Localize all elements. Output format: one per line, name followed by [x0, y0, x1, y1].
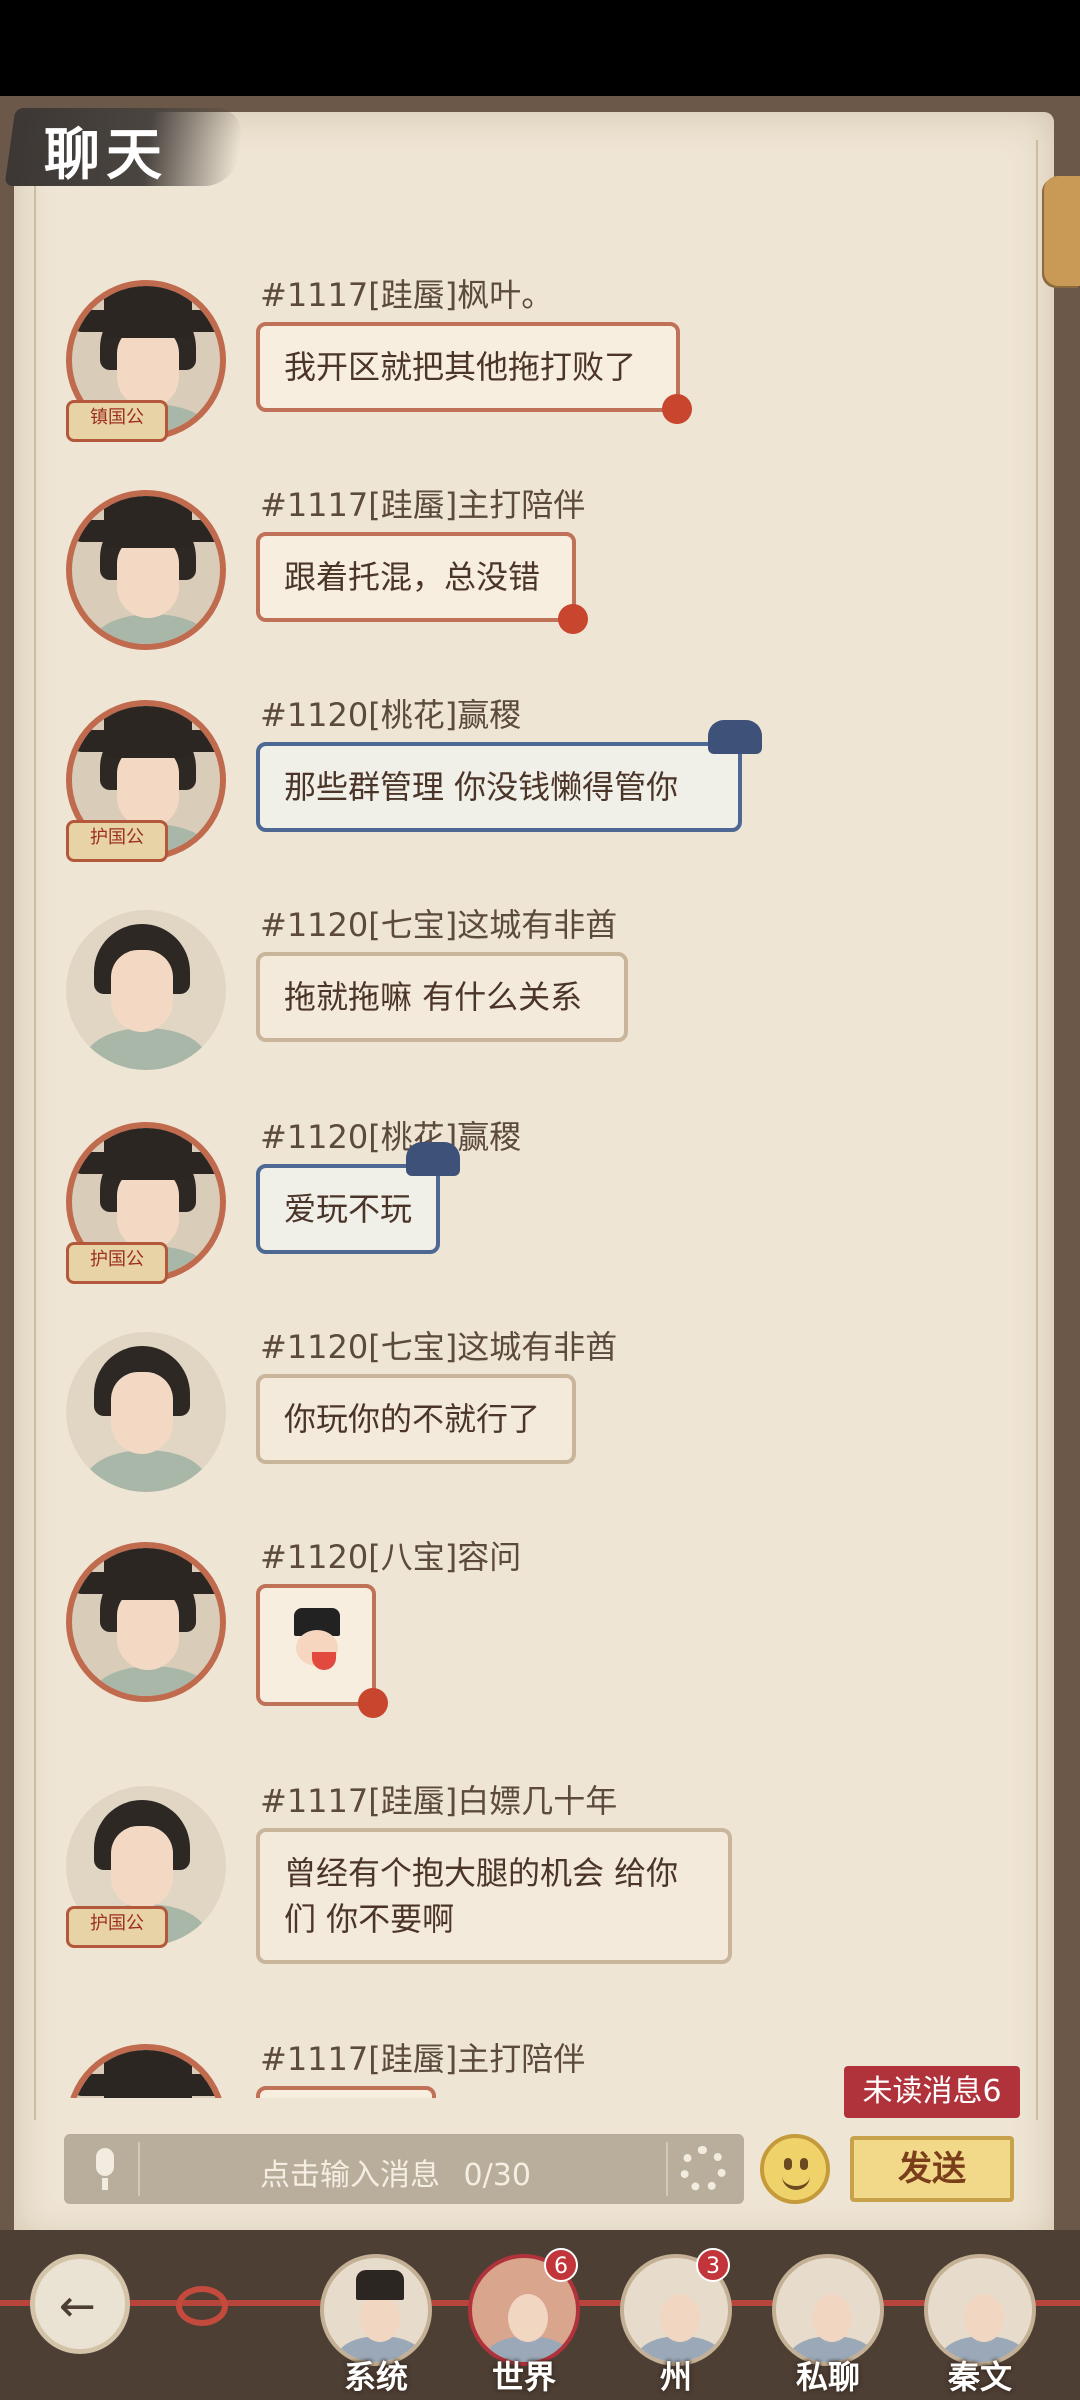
avatar[interactable] [60, 1532, 240, 1712]
status-bar [0, 0, 1080, 96]
bubble-ornament-icon [558, 604, 588, 634]
sender-name: #1117[跬蜃]枫叶。 [260, 276, 554, 314]
back-button[interactable]: ← [30, 2254, 130, 2354]
page-title: 聊天 [44, 122, 168, 188]
sender-name: #1117[跬蜃]主打陪伴 [260, 2040, 586, 2078]
message-bubble[interactable]: 我开区就把其他拖打败了 [256, 322, 692, 424]
tab-label: 州 [659, 2358, 692, 2396]
message-text: 你玩你的不就行了 [284, 1400, 541, 1438]
chat-message: #1120[七宝]这城有非酋 你玩你的不就行了 [60, 1322, 1020, 1522]
sender-name: #1120[七宝]这城有非酋 [260, 906, 618, 944]
side-collapse-tab[interactable] [1044, 176, 1080, 286]
emoji-eye-icon [800, 2158, 808, 2170]
message-bubble[interactable]: 曾经有个抱大腿的机会 给你 们 你不要啊 [256, 1828, 732, 1964]
chat-message: 护国公 #1117[跬蜃]白嫖几十年 曾经有个抱大腿的机会 给你 们 你不要啊 [60, 1776, 1020, 1996]
chat-message: 镇国公 #1117[跬蜃]枫叶。 我开区就把其他拖打败了 [60, 270, 1020, 470]
official-hat-ornament-icon [708, 720, 762, 754]
sticker-bubble[interactable] [256, 1584, 388, 1718]
tab-state[interactable]: 州 3 [616, 2248, 736, 2396]
emoji-button[interactable] [760, 2134, 830, 2204]
sender-name: #1120[桃花]赢稷 [260, 1118, 522, 1156]
send-button[interactable]: 发送 [850, 2136, 1014, 2202]
bubble-ornament-icon [358, 1688, 388, 1718]
avatar[interactable] [60, 2034, 240, 2098]
tab-private-chat[interactable]: 私聊 [768, 2254, 888, 2396]
message-text: 拖就拖嘛 有什么关系 [284, 978, 583, 1016]
tab-system[interactable]: 系统 [316, 2254, 436, 2396]
rank-badge: 镇国公 [66, 400, 168, 442]
message-text: 那些群管理 你没钱懒得管你 [284, 768, 679, 806]
chat-message: #1117[跬蜃]主打陪伴 跟着托混，总没错 [60, 480, 1020, 680]
avatar[interactable] [60, 1322, 240, 1502]
emoji-eye-icon [784, 2158, 792, 2170]
message-bubble[interactable]: 那些群管理 你没钱懒得管你 [256, 720, 762, 832]
sender-name: #1120[桃花]赢稷 [260, 696, 522, 734]
sender-name: #1117[跬蜃]主打陪伴 [260, 486, 586, 524]
message-text: 爱玩不玩 [284, 1190, 413, 1228]
chat-message: #1120[七宝]这城有非酋 拖就拖嘛 有什么关系 [60, 900, 1020, 1100]
message-text-line: 曾经有个抱大腿的机会 给你 [284, 1854, 679, 1892]
tab-unread-count: 6 [544, 2248, 578, 2282]
message-bubble[interactable]: 爱玩不玩 [256, 1142, 460, 1254]
rank-badge: 护国公 [66, 1906, 168, 1948]
avatar[interactable]: 护国公 [60, 1112, 240, 1292]
tab-unread-count: 3 [696, 2248, 730, 2282]
message-bubble[interactable]: 跟着托混，总没错 [256, 532, 588, 634]
tab-world[interactable]: 世界 6 [464, 2248, 584, 2396]
tab-label: 系统 [343, 2358, 408, 2396]
sender-name: #1120[八宝]容问 [260, 1538, 522, 1576]
avatar[interactable]: 镇国公 [60, 270, 240, 450]
message-bubble[interactable]: 拖就拖嘛 有什么关系 [256, 952, 628, 1042]
official-sticker-icon [282, 1608, 352, 1678]
message-bubble[interactable] [256, 2086, 436, 2098]
back-arrow-icon: ← [59, 2281, 96, 2332]
divider [666, 2142, 668, 2196]
bubble-ornament-icon [662, 394, 692, 424]
sender-name: #1120[七宝]这城有非酋 [260, 1328, 618, 1366]
divider [138, 2142, 140, 2196]
tab-label: 私聊 [795, 2358, 860, 2396]
rank-badge: 护国公 [66, 820, 168, 862]
message-text-line: 们 你不要啊 [284, 1900, 455, 1938]
official-hat-ornament-icon [406, 1142, 460, 1176]
chat-message: #1120[八宝]容问 [60, 1532, 1020, 1732]
tab-label: 世界 [491, 2358, 556, 2396]
avatar[interactable] [60, 900, 240, 1080]
unread-messages-badge[interactable]: 未读消息6 [844, 2066, 1020, 2118]
message-bubble[interactable]: 你玩你的不就行了 [256, 1374, 576, 1464]
message-text: 我开区就把其他拖打败了 [284, 348, 637, 386]
char-counter: 0/30 [463, 2158, 531, 2193]
chat-message: 护国公 #1120[桃花]赢稷 那些群管理 你没钱懒得管你 [60, 690, 1020, 890]
message-text: 跟着托混，总没错 [284, 558, 541, 596]
gear-icon[interactable] [680, 2146, 726, 2192]
tab-label: 秦文 [947, 2358, 1012, 2396]
microphone-icon[interactable] [82, 2146, 128, 2192]
placeholder-text: 点击输入消息 [260, 2158, 440, 2193]
avatar[interactable] [60, 480, 240, 660]
chat-message: 护国公 #1120[桃花]赢稷 爱玩不玩 [60, 1112, 1020, 1312]
input-placeholder: 点击输入消息 0/30 [260, 2150, 531, 2194]
message-input[interactable]: 点击输入消息 0/30 [64, 2134, 744, 2204]
tab-qinwen[interactable]: 秦文 [920, 2254, 1040, 2396]
avatar[interactable]: 护国公 [60, 690, 240, 870]
sender-name: #1117[跬蜃]白嫖几十年 [260, 1782, 618, 1820]
rope-knot-decoration [176, 2286, 228, 2326]
avatar[interactable]: 护国公 [60, 1776, 240, 1956]
emoji-mouth-icon [782, 2172, 810, 2190]
rank-badge: 护国公 [66, 1242, 168, 1284]
